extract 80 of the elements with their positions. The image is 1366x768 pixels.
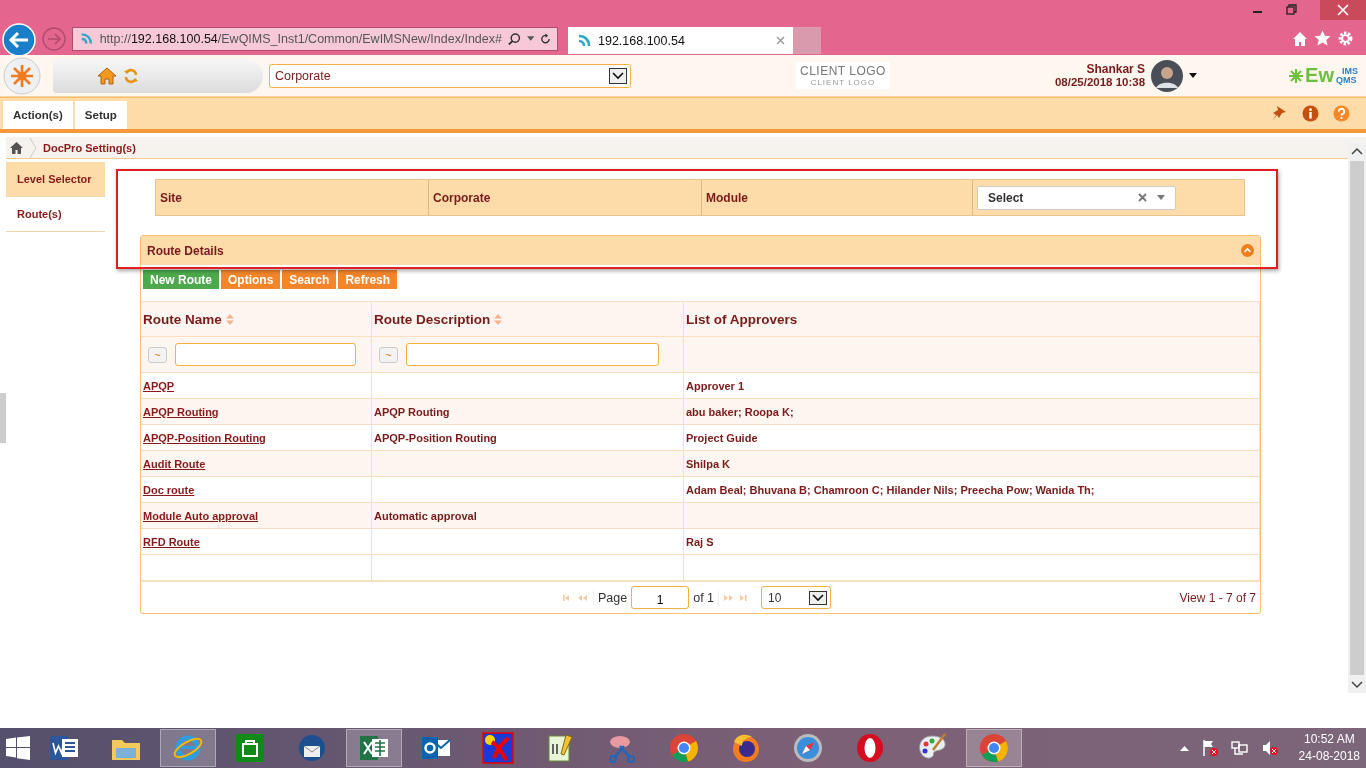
- close-button[interactable]: [1320, 0, 1366, 20]
- favicon-icon: [576, 32, 592, 49]
- system-clock[interactable]: 10:52 AM 24-08-2018: [1298, 731, 1360, 765]
- close-icon[interactable]: [776, 36, 785, 45]
- mail-bird-icon[interactable]: [296, 732, 328, 764]
- avatar-icon[interactable]: [1151, 59, 1184, 92]
- page-size-dropdown[interactable]: 10: [761, 586, 832, 609]
- sun-logo-icon[interactable]: [3, 56, 41, 95]
- restore-icon[interactable]: [1286, 4, 1298, 16]
- table-cell: Automatic approval: [372, 503, 684, 529]
- compass-icon[interactable]: [792, 732, 824, 764]
- home-icon[interactable]: [10, 141, 23, 154]
- pager-label: Page: [598, 590, 628, 605]
- table-cell: Shilpa K: [684, 451, 1260, 477]
- filter-label: Module: [701, 180, 972, 215]
- dropdown-icon[interactable]: [609, 67, 627, 84]
- star-icon[interactable]: [1314, 30, 1331, 47]
- home-icon[interactable]: [97, 65, 117, 86]
- route-link[interactable]: APQP: [143, 379, 175, 392]
- route-link[interactable]: Doc route: [143, 483, 195, 496]
- breadcrumb-link[interactable]: DocPro Setting(s): [43, 141, 136, 154]
- route-link[interactable]: Module Auto approval: [143, 509, 259, 522]
- filter-input[interactable]: [406, 343, 659, 366]
- side-handle[interactable]: [0, 393, 6, 443]
- login-datetime: 08/25/2018 10:38: [1054, 75, 1146, 89]
- records-count: View 1 - 7 of 7: [1179, 590, 1256, 605]
- collapse-icon[interactable]: [1241, 244, 1254, 257]
- dropdown-icon[interactable]: [809, 590, 828, 605]
- scroll-thumb[interactable]: [1350, 161, 1364, 675]
- column-header: List of Approvers: [686, 311, 798, 327]
- column-header[interactable]: Route Description: [374, 311, 503, 327]
- client-logo: CLIENT LOGO CLIENT LOGO: [795, 62, 890, 89]
- route-link[interactable]: APQP-Position Routing: [143, 431, 266, 444]
- chevron-icon: [29, 137, 37, 158]
- table-cell: Raj S: [684, 529, 1260, 555]
- caret-icon[interactable]: [1189, 73, 1198, 78]
- site-dropdown[interactable]: Corporate: [269, 63, 631, 88]
- scrollbar[interactable]: [1348, 143, 1366, 693]
- settings-icon[interactable]: [1337, 30, 1354, 47]
- browser-icon[interactable]: [854, 732, 886, 764]
- sidebar-item[interactable]: Level Selector: [6, 162, 105, 197]
- filter-value: Corporate: [428, 180, 701, 215]
- column-header[interactable]: Route Name: [143, 311, 234, 327]
- table-cell: APQP Routing: [372, 399, 684, 425]
- page-count: of 1: [693, 590, 715, 605]
- clear-icon[interactable]: [1138, 193, 1147, 202]
- windows-logo-icon[interactable]: [6, 736, 30, 760]
- browser-icon[interactable]: [730, 732, 762, 764]
- address-bar[interactable]: http://192.168.100.54/EwQIMS_Inst1/Common/EwIMSNew/Index/Index#: [72, 26, 558, 51]
- network-icon[interactable]: [1230, 739, 1249, 757]
- browser-icon[interactable]: [668, 732, 700, 764]
- page-number-input[interactable]: 1: [631, 586, 690, 609]
- filter-label: Site: [159, 189, 183, 207]
- store-icon[interactable]: [234, 732, 266, 764]
- table-cell: abu baker; Roopa K;: [684, 399, 1260, 425]
- search-icon[interactable]: [507, 31, 521, 46]
- route-link[interactable]: RFD Route: [143, 535, 200, 548]
- scroll-down-icon[interactable]: [1351, 681, 1363, 689]
- flag-icon[interactable]: [1200, 739, 1219, 757]
- drawing-app-icon[interactable]: [482, 732, 514, 764]
- close-icon: [1337, 4, 1349, 16]
- browser-icon[interactable]: [978, 732, 1010, 764]
- home-icon[interactable]: [1292, 30, 1308, 47]
- refresh-icon[interactable]: [540, 32, 551, 45]
- info-icon[interactable]: [1302, 105, 1319, 122]
- browser-tab[interactable]: 192.168.100.54: [568, 27, 793, 54]
- back-icon[interactable]: [2, 23, 36, 57]
- favicon-icon: [79, 30, 94, 47]
- panel-title: Route Details: [147, 243, 224, 258]
- user-name: Shankar S: [1086, 62, 1146, 76]
- show-hidden-icons-icon[interactable]: [1179, 745, 1189, 751]
- route-link[interactable]: APQP Routing: [143, 405, 219, 418]
- help-icon[interactable]: [1333, 105, 1350, 122]
- menu-tab[interactable]: Setup: [74, 101, 127, 129]
- menu-tab[interactable]: Action(s): [3, 101, 73, 129]
- module-dropdown[interactable]: Select: [977, 185, 1176, 210]
- scroll-up-icon[interactable]: [1351, 147, 1363, 155]
- volume-muted-icon[interactable]: [1260, 739, 1279, 757]
- route-link[interactable]: Audit Route: [143, 457, 206, 470]
- filter-input[interactable]: [175, 343, 356, 366]
